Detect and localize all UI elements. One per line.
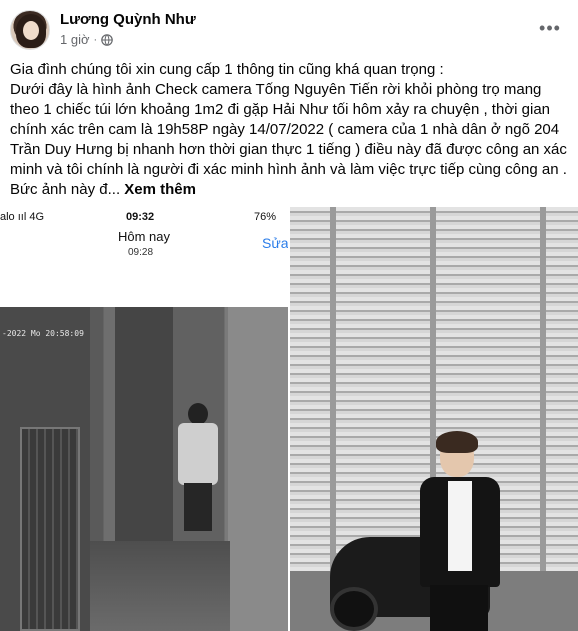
post-text-line: Dưới đây là hình ảnh Check camera Tống N… [10, 81, 542, 98]
post-text-last-line: Bức ảnh này đ... Xem thêm [10, 180, 572, 200]
phone-edit-action: Sửa [262, 235, 288, 251]
phone-screen-subtitle: 09:28 [128, 247, 154, 258]
phone-battery: 76% [254, 211, 277, 223]
more-options-button[interactable]: ••• [536, 14, 564, 42]
photo-cctv-screenshot[interactable]: alo ııl 4G 09:32 76% Hôm nay 09:28 Sửa -… [0, 207, 288, 631]
photo-portrait[interactable] [290, 207, 578, 631]
post-text: Gia đình chúng tôi xin cung cấp 1 thông … [10, 60, 572, 200]
avatar-face [23, 21, 39, 40]
cctv-right-wall [228, 307, 288, 631]
cctv-alley-floor [90, 541, 230, 631]
phone-screenshot-header: alo ııl 4G 09:32 76% Hôm nay 09:28 Sửa [0, 207, 288, 307]
post-text-line: theo 1 chiếc túi lớn khoảng 1m2 đi gặp H… [10, 101, 551, 118]
phone-signal-status: alo ııl 4G [0, 211, 45, 223]
post-photos: alo ııl 4G 09:32 76% Hôm nay 09:28 Sửa -… [0, 207, 578, 631]
photo-person-shirt [448, 481, 472, 571]
post-header: Lương Quỳnh Như 1 giờ · ••• [0, 0, 578, 56]
post-text-line: minh và tôi chính là người đi xác minh h… [10, 161, 567, 178]
photo-pillar [540, 207, 546, 631]
cctv-person-legs [184, 483, 212, 531]
cctv-person-body [178, 423, 218, 485]
see-more-link[interactable]: Xem thêm [124, 181, 196, 198]
author-avatar[interactable] [10, 10, 50, 50]
author-name[interactable]: Lương Quỳnh Như [60, 11, 196, 28]
post-text-line: chính xác trên cam là 19h58P ngày 14/07/… [10, 121, 560, 138]
post-text-line: Trần Duy Hưng bị nhanh hơn thời gian thự… [10, 141, 567, 158]
cctv-frame: -2022 Mo 20:58:09 [0, 307, 288, 631]
cctv-gate [20, 427, 80, 631]
globe-icon[interactable] [101, 33, 113, 46]
post-text-line: Bức ảnh này đ... [10, 181, 121, 198]
more-horizontal-icon: ••• [539, 17, 561, 38]
post-meta: 1 giờ · [60, 32, 113, 47]
post-text-line: Gia đình chúng tôi xin cung cấp 1 thông … [10, 61, 444, 78]
meta-separator: · [93, 33, 98, 46]
post-time[interactable]: 1 giờ [60, 32, 90, 47]
phone-screen-title: Hôm nay [118, 229, 171, 244]
photo-motorbike-wheel [330, 587, 378, 631]
phone-clock: 09:32 [126, 211, 155, 223]
cctv-person-head [188, 403, 208, 425]
cctv-timestamp: -2022 Mo 20:58:09 [2, 329, 84, 338]
photo-person-hair [436, 431, 478, 453]
photo-person-legs [430, 585, 488, 631]
